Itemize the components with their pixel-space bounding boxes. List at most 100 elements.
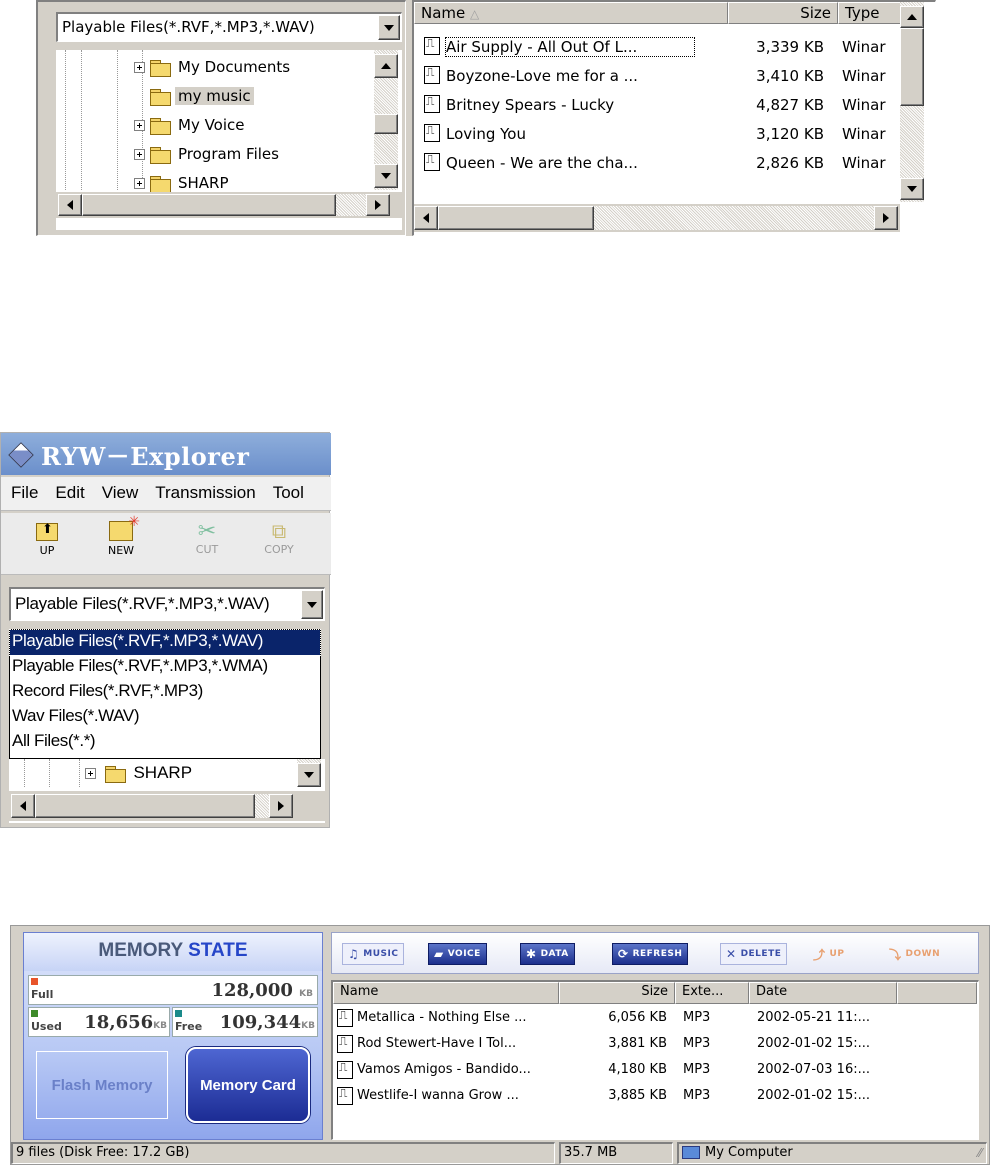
file-row[interactable]: Air Supply - All Out Of L... 3,339 KB Wina… [414,34,900,62]
dropdown-arrow-button[interactable] [301,590,323,619]
folder-tree[interactable]: SHARP [9,759,325,823]
title-bar[interactable]: RYW－Explorer [1,433,331,475]
tree-item[interactable]: My Voice [134,112,248,138]
file-filter-dropdown[interactable]: Playable Files(*.RVF,*.MP3,*.WAV) [9,587,325,621]
column-header-name[interactable]: Name △ [414,2,728,24]
status-location: My Computer ⁄⁄ [677,1142,987,1164]
column-header-date[interactable]: Date [749,982,897,1004]
column-header-name[interactable]: Name [333,982,559,1004]
close-icon: ✕ [726,947,737,961]
down-button[interactable]: ⤵ DOWN [884,943,945,965]
scroll-up-button[interactable] [900,6,924,28]
file-row[interactable]: Queen - We are the cha... 2,826 KB Winar [414,150,900,178]
full-value-number: 128,000 [211,980,293,1001]
scroll-left-button[interactable] [414,206,438,230]
scroll-down-button[interactable] [900,178,924,200]
menu-item-transmission[interactable]: Transmission [155,483,255,503]
scroll-thumb[interactable] [438,206,594,230]
status-location-text: My Computer [705,1145,793,1160]
scroll-left-button[interactable] [58,194,82,216]
file-name: Britney Spears - Lucky [446,96,615,114]
device-file-row[interactable]: Vamos Amigos - Bandido... 4,180 KB MP3 2002… [333,1058,973,1084]
file-row[interactable]: Boyzone-Love me for a ... 3,410 KB Winar [414,63,900,91]
scroll-up-button[interactable] [374,54,398,78]
resize-grip-icon[interactable]: ⁄⁄ [978,1146,982,1160]
device-file-row[interactable]: Rod Stewert-Have I Tol... 3,881 KB MP3 2002… [333,1032,973,1058]
full-value: 128,000 KB [211,980,313,1001]
file-name: Loving You [446,125,526,143]
dropdown-arrow-button[interactable] [378,15,400,40]
up-label: UP [39,544,55,557]
arrow-right-icon [883,213,889,223]
column-header-size[interactable]: Size [559,982,675,1004]
file-filter-dropdown[interactable]: Playable Files(*.RVF,*.MP3,*.WAV) [56,12,402,42]
menu-item-view[interactable]: View [102,483,139,503]
expand-plus-icon[interactable] [134,148,145,160]
file-date: 2002-05-21 11:... [757,1010,871,1025]
new-button[interactable]: ✳ NEW [91,514,151,569]
device-file-list: Metallica - Nothing Else ... 6,056 KB MP3 2… [333,1006,977,1136]
filter-option[interactable]: Wav Files(*.WAV) [10,705,320,730]
file-row[interactable]: Loving You 3,120 KB Winar [414,121,900,149]
tree-item[interactable]: My Documents [134,54,293,80]
voice-icon: ▰ [434,947,444,961]
device-file-row[interactable]: Westlife-I wanna Grow ... 3,885 KB MP3 2002… [333,1084,973,1110]
scroll-thumb[interactable] [82,194,336,216]
scroll-right-button[interactable] [269,794,293,818]
column-ext-label: Exte... [682,984,724,999]
tree-item[interactable]: my music [134,83,254,109]
file-size: 3,339 KB [756,38,824,56]
expand-plus-icon[interactable] [134,61,145,73]
up-button[interactable]: ⬆ UP [21,522,73,569]
expand-plus-icon[interactable] [85,768,96,780]
file-size: 3,410 KB [756,67,824,85]
used-label: Used [31,1020,62,1033]
file-row[interactable]: Britney Spears - Lucky 4,827 KB Winar [414,92,900,120]
tree-item-label: SHARP [178,174,229,192]
scroll-right-button[interactable] [874,206,898,230]
arrow-down-icon: ⤵ [889,947,902,962]
scroll-thumb[interactable] [374,114,398,134]
scroll-thumb[interactable] [35,794,255,818]
tree-item[interactable]: Program Files [134,141,282,167]
scroll-thumb[interactable] [900,28,924,106]
status-size: 35.7 MB [559,1142,673,1164]
memory-card-button[interactable]: Memory Card [186,1047,310,1123]
filelist-horizontal-scrollbar[interactable] [414,204,900,232]
tree-item[interactable]: SHARP [85,763,192,784]
tree-horizontal-scrollbar[interactable] [56,192,402,218]
expand-plus-icon[interactable] [134,119,145,131]
menu-item-file[interactable]: File [11,483,38,503]
file-name: Metallica - Nothing Else ... [357,1010,527,1025]
scroll-down-button[interactable] [297,763,321,787]
device-file-row[interactable]: Metallica - Nothing Else ... 6,056 KB MP3 2… [333,1006,973,1032]
scroll-down-button[interactable] [374,164,398,188]
music-button[interactable]: ♫ MUSIC [342,943,405,965]
delete-button[interactable]: ✕ DELETE [720,943,788,965]
voice-button[interactable]: ▰ VOICE [428,943,487,965]
filter-option[interactable]: All Files(*.*) [10,730,320,755]
column-header-extension[interactable]: Exte... [675,982,749,1004]
flash-memory-button[interactable]: Flash Memory [36,1051,168,1119]
menu-item-tool[interactable]: Tool [273,483,304,503]
up-button[interactable]: ⤴ UP [808,943,849,965]
refresh-button[interactable]: ⟳ REFRESH [612,943,689,965]
file-name: Queen - We are the cha... [446,154,638,172]
scroll-right-button[interactable] [366,194,390,216]
menu-item-edit[interactable]: Edit [55,483,84,503]
expand-plus-icon[interactable] [134,177,145,189]
folder-tree[interactable]: My Documents my music My Voice Program File… [56,50,402,230]
copy-button[interactable]: ⧉ COPY [253,519,305,569]
filter-option[interactable]: Playable Files(*.RVF,*.MP3,*.WAV) [9,629,321,656]
filter-option[interactable]: Record Files(*.RVF,*.MP3) [10,680,320,705]
tree-horizontal-scrollbar[interactable] [9,791,325,821]
column-header-size[interactable]: Size [728,2,838,24]
audio-file-icon [424,36,440,55]
file-type: Winar [842,38,886,56]
cut-button[interactable]: ✂ CUT [181,519,233,569]
scroll-left-button[interactable] [11,794,35,818]
filter-option[interactable]: Playable Files(*.RVF,*.MP3,*.WMA) [10,655,320,680]
file-name: Vamos Amigos - Bandido... [357,1062,531,1077]
data-button[interactable]: ✱ DATA [520,943,575,965]
folder-open-icon [150,88,171,106]
